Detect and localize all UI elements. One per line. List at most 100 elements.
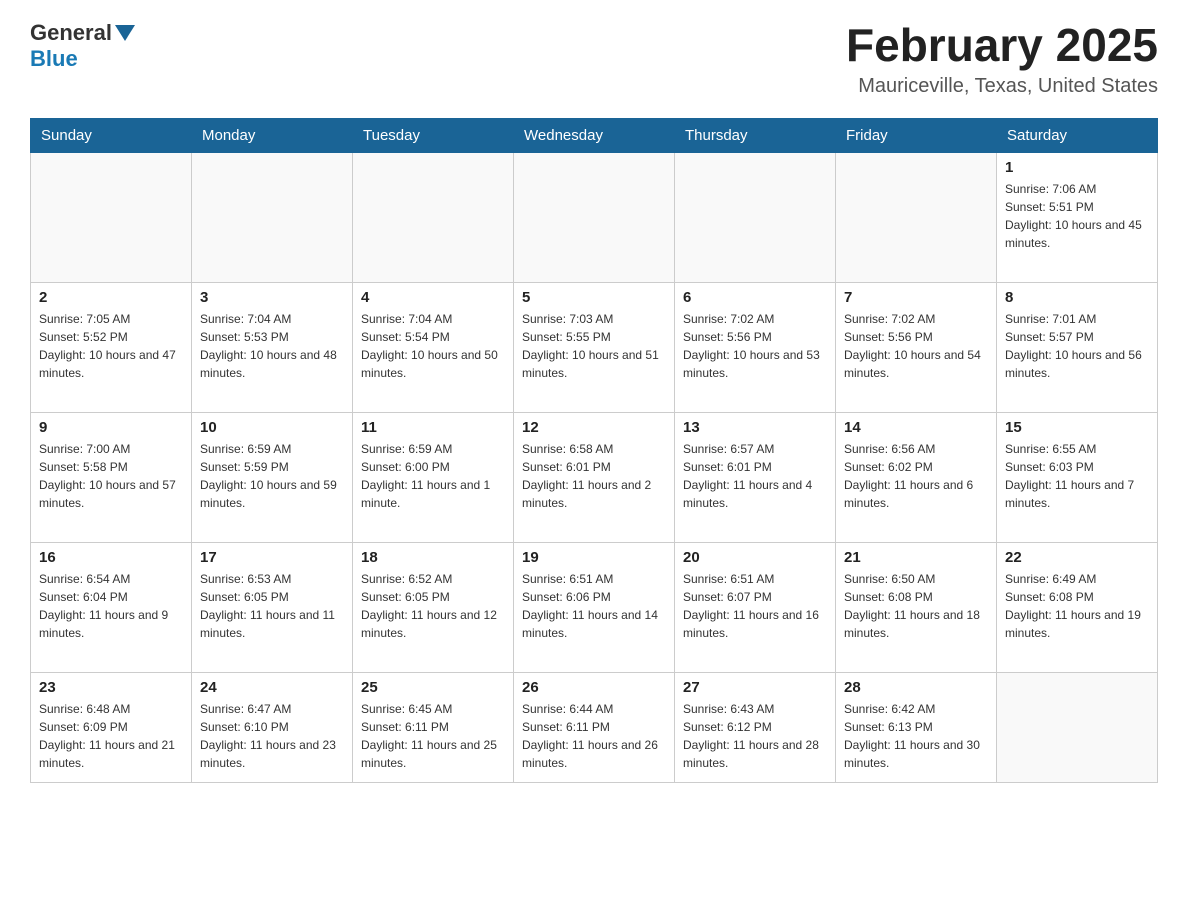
day-info: Sunrise: 6:49 AMSunset: 6:08 PMDaylight:… <box>1005 570 1149 642</box>
day-number: 14 <box>844 419 988 436</box>
day-info: Sunrise: 7:04 AMSunset: 5:54 PMDaylight:… <box>361 310 505 382</box>
calendar-day-cell: 27Sunrise: 6:43 AMSunset: 6:12 PMDayligh… <box>675 672 836 782</box>
calendar-day-cell <box>675 152 836 282</box>
day-of-week-header: Wednesday <box>514 118 675 152</box>
calendar-day-cell: 24 Sunrise: 6:47 AMSunset: 6:10 PMDayligh… <box>192 672 353 782</box>
day-info: Sunrise: 6:45 AMSunset: 6:11 PMDaylight:… <box>361 700 505 772</box>
calendar-day-cell: 19 Sunrise: 6:51 AMSunset: 6:06 PMDayligh… <box>514 542 675 672</box>
day-number: 1 <box>1005 159 1149 176</box>
calendar-table: SundayMondayTuesdayWednesdayThursdayFrid… <box>30 118 1158 783</box>
day-info: Sunrise: 6:55 AMSunset: 6:03 PMDaylight:… <box>1005 440 1149 512</box>
calendar-day-cell: 6Sunrise: 7:02 AMSunset: 5:56 PMDaylight… <box>675 282 836 412</box>
calendar-day-cell <box>353 152 514 282</box>
day-info: Sunrise: 6:47 AMSunset: 6:10 PMDaylight:… <box>200 700 344 772</box>
day-info: Sunrise: 7:04 AMSunset: 5:53 PMDaylight:… <box>200 310 344 382</box>
day-number: 24 <box>200 679 344 696</box>
calendar-header-row: SundayMondayTuesdayWednesdayThursdayFrid… <box>31 118 1158 152</box>
calendar-day-cell: 22 Sunrise: 6:49 AMSunset: 6:08 PMDayligh… <box>997 542 1158 672</box>
calendar-day-cell: 26Sunrise: 6:44 AMSunset: 6:11 PMDayligh… <box>514 672 675 782</box>
calendar-day-cell <box>836 152 997 282</box>
calendar-day-cell <box>997 672 1158 782</box>
calendar-day-cell: 21Sunrise: 6:50 AMSunset: 6:08 PMDayligh… <box>836 542 997 672</box>
day-number: 3 <box>200 289 344 306</box>
day-number: 9 <box>39 419 183 436</box>
day-number: 20 <box>683 549 827 566</box>
day-number: 19 <box>522 549 666 566</box>
calendar-day-cell: 7 Sunrise: 7:02 AMSunset: 5:56 PMDaylight… <box>836 282 997 412</box>
logo-triangle-icon <box>115 25 135 41</box>
day-info: Sunrise: 6:58 AMSunset: 6:01 PMDaylight:… <box>522 440 666 512</box>
calendar-day-cell: 5 Sunrise: 7:03 AMSunset: 5:55 PMDaylight… <box>514 282 675 412</box>
calendar-day-cell: 20 Sunrise: 6:51 AMSunset: 6:07 PMDayligh… <box>675 542 836 672</box>
day-info: Sunrise: 6:50 AMSunset: 6:08 PMDaylight:… <box>844 570 988 642</box>
calendar-day-cell: 14 Sunrise: 6:56 AMSunset: 6:02 PMDayligh… <box>836 412 997 542</box>
day-number: 2 <box>39 289 183 306</box>
page-header: General Blue February 2025 Mauriceville,… <box>30 20 1158 98</box>
calendar-day-cell: 11 Sunrise: 6:59 AMSunset: 6:00 PMDayligh… <box>353 412 514 542</box>
day-info: Sunrise: 6:51 AMSunset: 6:06 PMDaylight:… <box>522 570 666 642</box>
day-info: Sunrise: 6:59 AMSunset: 5:59 PMDaylight:… <box>200 440 344 512</box>
day-number: 7 <box>844 289 988 306</box>
day-info: Sunrise: 6:51 AMSunset: 6:07 PMDaylight:… <box>683 570 827 642</box>
calendar-day-cell: 4 Sunrise: 7:04 AMSunset: 5:54 PMDaylight… <box>353 282 514 412</box>
day-of-week-header: Tuesday <box>353 118 514 152</box>
day-number: 13 <box>683 419 827 436</box>
logo-blue-text: Blue <box>30 46 78 71</box>
calendar-week-row: 23Sunrise: 6:48 AMSunset: 6:09 PMDayligh… <box>31 672 1158 782</box>
day-info: Sunrise: 6:53 AMSunset: 6:05 PMDaylight:… <box>200 570 344 642</box>
day-number: 11 <box>361 419 505 436</box>
day-info: Sunrise: 6:57 AMSunset: 6:01 PMDaylight:… <box>683 440 827 512</box>
day-info: Sunrise: 7:03 AMSunset: 5:55 PMDaylight:… <box>522 310 666 382</box>
calendar-day-cell: 13 Sunrise: 6:57 AMSunset: 6:01 PMDayligh… <box>675 412 836 542</box>
calendar-day-cell <box>31 152 192 282</box>
calendar-week-row: 9 Sunrise: 7:00 AMSunset: 5:58 PMDaylight… <box>31 412 1158 542</box>
calendar-day-cell: 10Sunrise: 6:59 AMSunset: 5:59 PMDayligh… <box>192 412 353 542</box>
day-number: 15 <box>1005 419 1149 436</box>
day-number: 17 <box>200 549 344 566</box>
day-of-week-header: Thursday <box>675 118 836 152</box>
calendar-day-cell: 25 Sunrise: 6:45 AMSunset: 6:11 PMDayligh… <box>353 672 514 782</box>
calendar-day-cell: 3 Sunrise: 7:04 AMSunset: 5:53 PMDaylight… <box>192 282 353 412</box>
calendar-week-row: 1Sunrise: 7:06 AMSunset: 5:51 PMDaylight… <box>31 152 1158 282</box>
day-info: Sunrise: 6:59 AMSunset: 6:00 PMDaylight:… <box>361 440 505 512</box>
day-info: Sunrise: 6:43 AMSunset: 6:12 PMDaylight:… <box>683 700 827 772</box>
calendar-day-cell: 17 Sunrise: 6:53 AMSunset: 6:05 PMDayligh… <box>192 542 353 672</box>
day-number: 5 <box>522 289 666 306</box>
calendar-week-row: 2 Sunrise: 7:05 AMSunset: 5:52 PMDaylight… <box>31 282 1158 412</box>
calendar-day-cell <box>514 152 675 282</box>
day-of-week-header: Sunday <box>31 118 192 152</box>
logo-general-text: General <box>30 20 112 46</box>
day-number: 4 <box>361 289 505 306</box>
day-info: Sunrise: 6:48 AMSunset: 6:09 PMDaylight:… <box>39 700 183 772</box>
day-number: 8 <box>1005 289 1149 306</box>
calendar-day-cell: 16 Sunrise: 6:54 AMSunset: 6:04 PMDayligh… <box>31 542 192 672</box>
calendar-week-row: 16 Sunrise: 6:54 AMSunset: 6:04 PMDayligh… <box>31 542 1158 672</box>
day-number: 12 <box>522 419 666 436</box>
day-info: Sunrise: 6:54 AMSunset: 6:04 PMDaylight:… <box>39 570 183 642</box>
calendar-day-cell: 18 Sunrise: 6:52 AMSunset: 6:05 PMDayligh… <box>353 542 514 672</box>
day-of-week-header: Saturday <box>997 118 1158 152</box>
day-info: Sunrise: 7:01 AMSunset: 5:57 PMDaylight:… <box>1005 310 1149 382</box>
day-info: Sunrise: 7:02 AMSunset: 5:56 PMDaylight:… <box>844 310 988 382</box>
calendar-day-cell <box>192 152 353 282</box>
day-number: 16 <box>39 549 183 566</box>
day-info: Sunrise: 6:52 AMSunset: 6:05 PMDaylight:… <box>361 570 505 642</box>
calendar-day-cell: 1Sunrise: 7:06 AMSunset: 5:51 PMDaylight… <box>997 152 1158 282</box>
day-number: 25 <box>361 679 505 696</box>
calendar-day-cell: 9 Sunrise: 7:00 AMSunset: 5:58 PMDaylight… <box>31 412 192 542</box>
calendar-day-cell: 2 Sunrise: 7:05 AMSunset: 5:52 PMDaylight… <box>31 282 192 412</box>
calendar-day-cell: 15 Sunrise: 6:55 AMSunset: 6:03 PMDayligh… <box>997 412 1158 542</box>
day-number: 28 <box>844 679 988 696</box>
title-section: February 2025 Mauriceville, Texas, Unite… <box>846 20 1158 98</box>
day-number: 6 <box>683 289 827 306</box>
day-info: Sunrise: 6:42 AMSunset: 6:13 PMDaylight:… <box>844 700 988 772</box>
day-number: 18 <box>361 549 505 566</box>
calendar-day-cell: 23Sunrise: 6:48 AMSunset: 6:09 PMDayligh… <box>31 672 192 782</box>
day-info: Sunrise: 6:56 AMSunset: 6:02 PMDaylight:… <box>844 440 988 512</box>
day-number: 22 <box>1005 549 1149 566</box>
day-info: Sunrise: 7:00 AMSunset: 5:58 PMDaylight:… <box>39 440 183 512</box>
main-title: February 2025 <box>846 20 1158 71</box>
calendar-day-cell: 8 Sunrise: 7:01 AMSunset: 5:57 PMDaylight… <box>997 282 1158 412</box>
day-number: 26 <box>522 679 666 696</box>
day-info: Sunrise: 7:05 AMSunset: 5:52 PMDaylight:… <box>39 310 183 382</box>
